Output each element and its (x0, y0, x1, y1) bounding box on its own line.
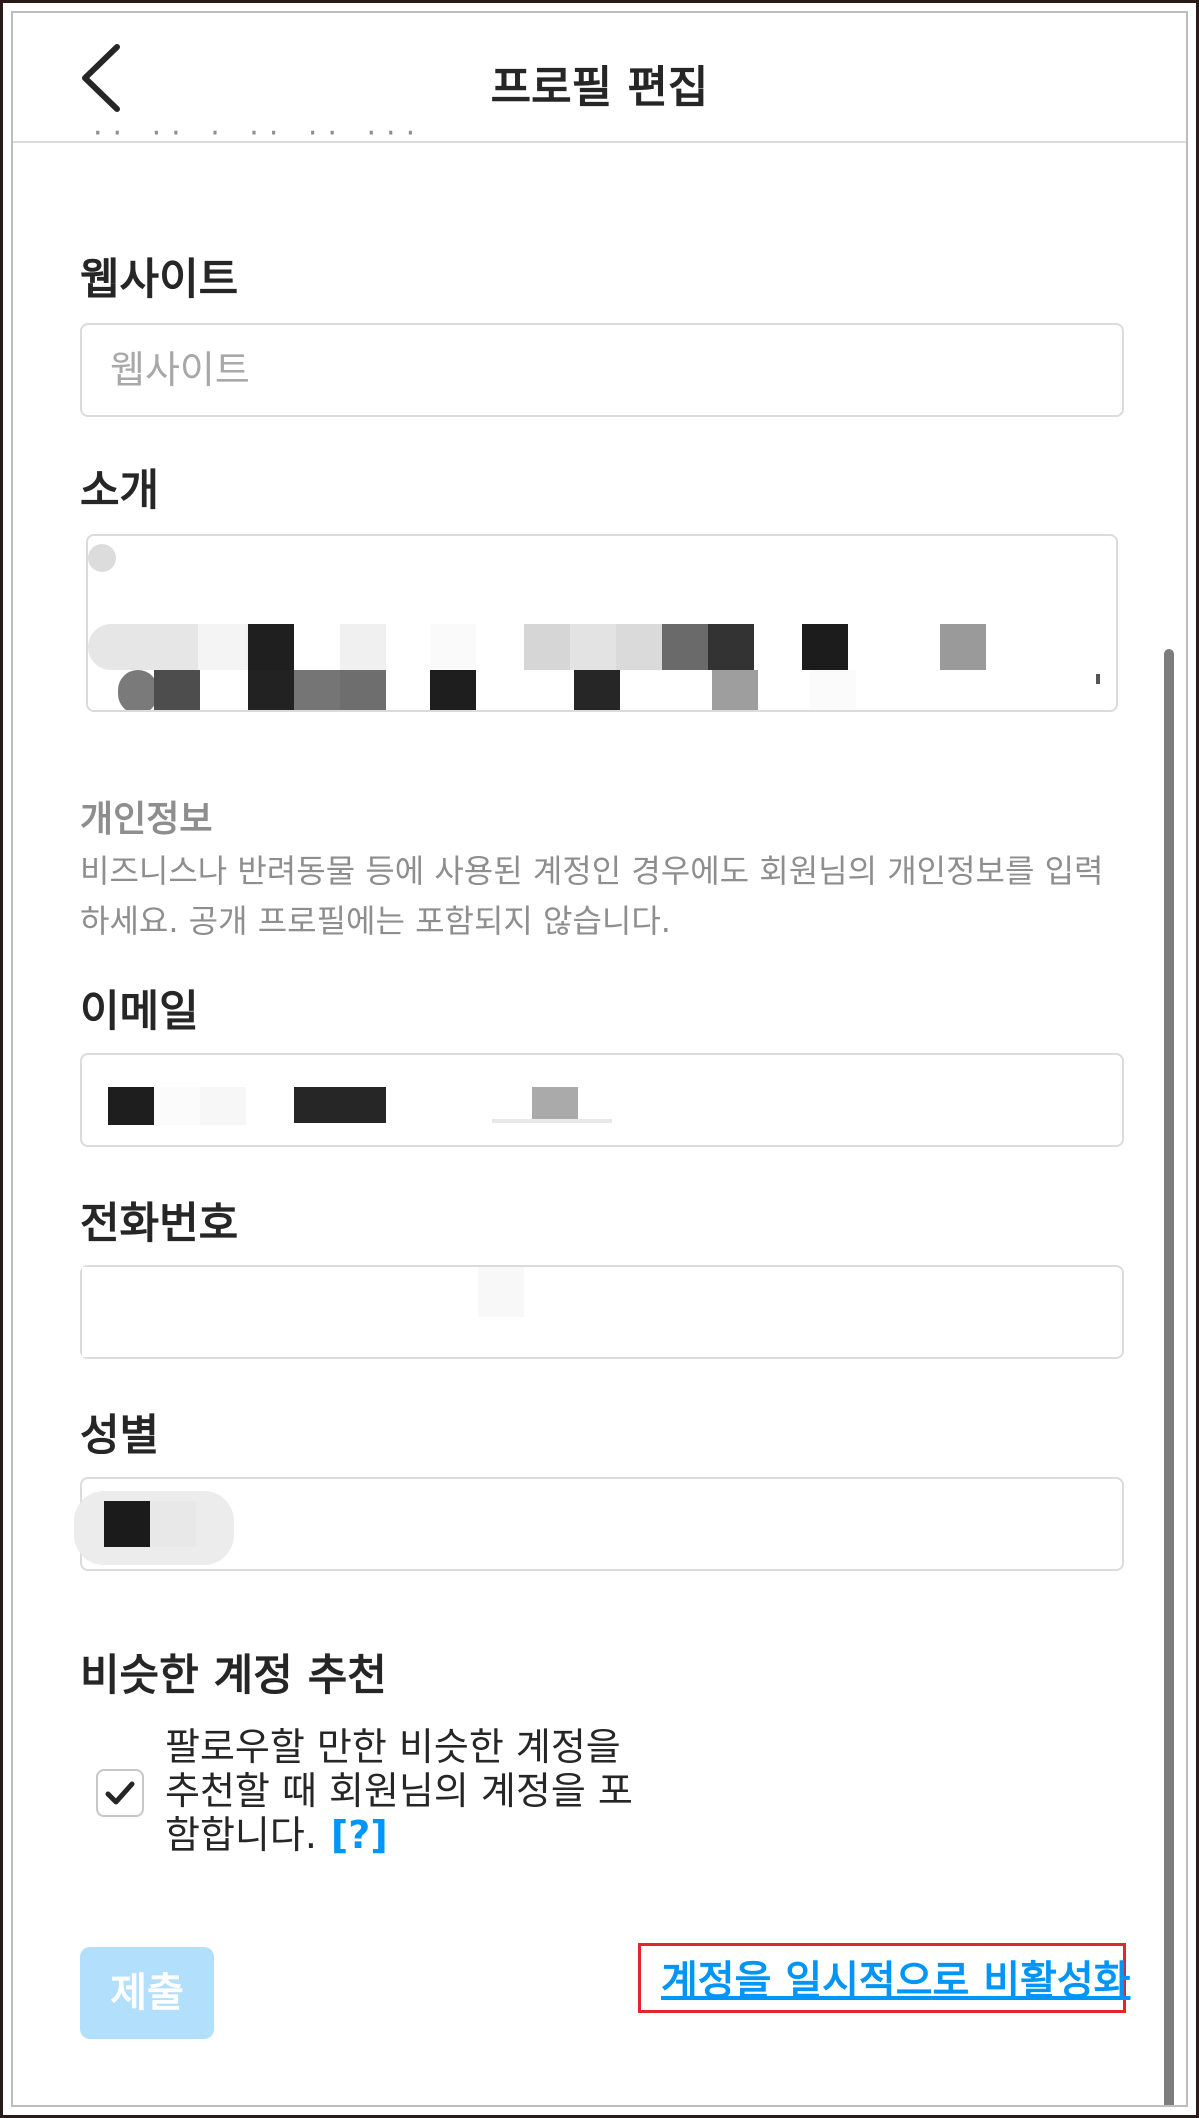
screenshot-frame: 프로필 편집 ·· ·· · ·· ·· ··· 웹사이트 소개 (0, 0, 1199, 2118)
checkmark-icon (105, 1781, 135, 1805)
website-label: 웹사이트 (80, 255, 239, 305)
bio-label: 소개 (80, 466, 160, 516)
suggestions-title: 비슷한 계정 추천 (80, 1651, 387, 1701)
help-link[interactable]: [?] (331, 1813, 388, 1857)
submit-button[interactable]: 제출 (80, 1947, 214, 2039)
redacted-phone-mosaic (82, 1267, 524, 1357)
bio-textarea[interactable] (86, 534, 1118, 712)
personal-info-title: 개인정보 (80, 799, 213, 840)
email-field[interactable] (80, 1053, 1124, 1147)
deactivate-account-link[interactable]: 계정을 일시적으로 비활성화 (638, 1943, 1130, 2013)
phone-label: 전화번호 (80, 1199, 239, 1249)
gender-label: 성별 (80, 1411, 160, 1461)
suggestions-checkbox[interactable] (96, 1769, 144, 1817)
app-viewport: 프로필 편집 ·· ·· · ·· ·· ··· 웹사이트 소개 (11, 11, 1188, 2107)
redacted-bio-mosaic (88, 544, 1100, 710)
top-bar: 프로필 편집 ·· ·· · ·· ·· ··· (13, 13, 1186, 143)
page-title: 프로필 편집 (490, 62, 709, 113)
website-field[interactable] (80, 323, 1124, 417)
phone-field[interactable] (80, 1265, 1124, 1359)
gender-field[interactable] (74, 1477, 1124, 1571)
website-input[interactable] (110, 325, 1090, 415)
personal-info-description: 비즈니스나 반려동물 등에 사용된 계정인 경우에도 회원님의 개인정보를 입력… (80, 852, 1104, 940)
redacted-gender-mosaic (74, 1491, 234, 1565)
scrollbar-thumb[interactable] (1164, 649, 1174, 2105)
suggestions-checkbox-text: 팔로우할 만한 비슷한 계정을 추천할 때 회원님의 계정을 포함합니다. (165, 1725, 633, 1857)
redacted-email-mosaic (108, 1087, 612, 1125)
email-label: 이메일 (80, 987, 199, 1037)
clipped-scrolled-text: ·· ·· · ·· ·· ··· (93, 129, 493, 143)
suggestions-checkbox-label: 팔로우할 만한 비슷한 계정을 추천할 때 회원님의 계정을 포함합니다. [?] (165, 1725, 665, 1857)
